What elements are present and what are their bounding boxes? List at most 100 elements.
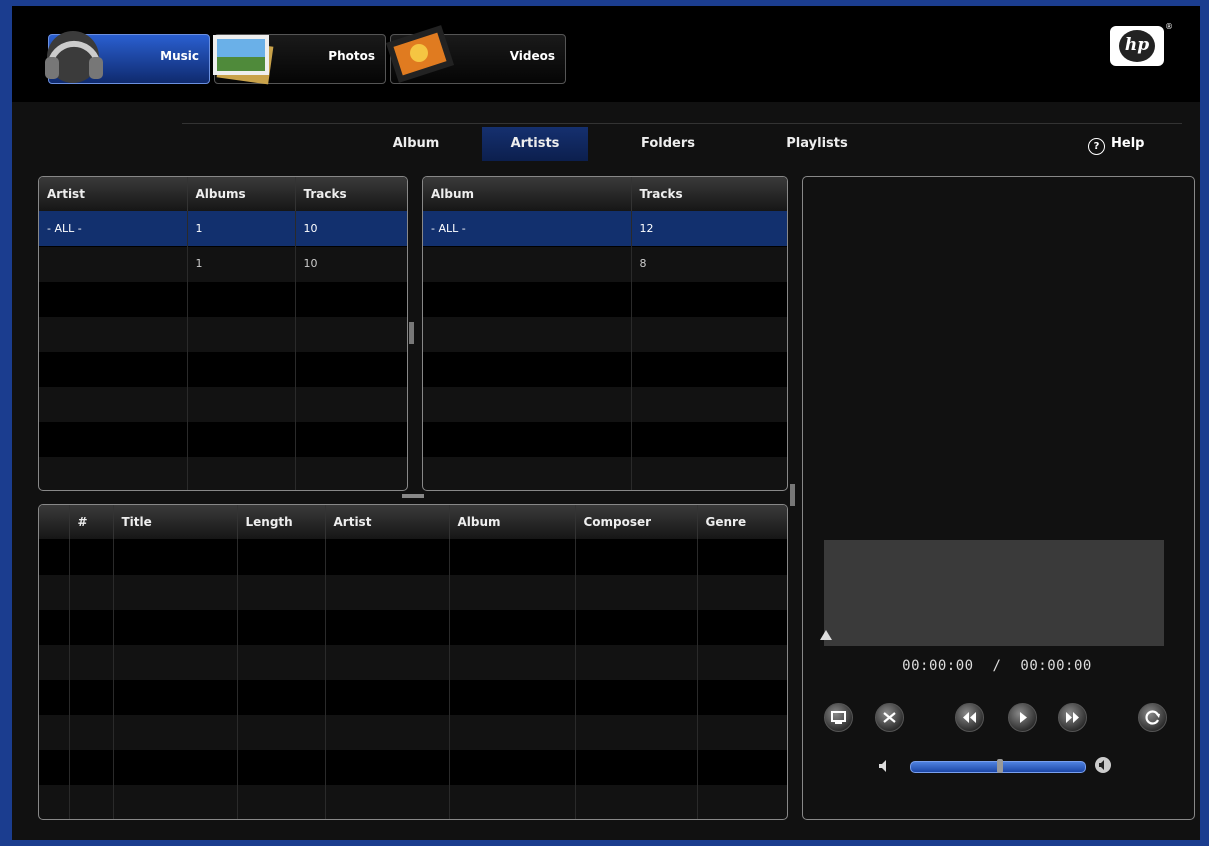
empty-row (39, 421, 407, 456)
tracks-cell: 8 (631, 246, 787, 281)
tab-playlists[interactable]: Playlists (772, 127, 862, 161)
tracks-cell: 12 (631, 211, 787, 246)
time-separator: / (992, 658, 1002, 674)
tracks-table: # Title Length Artist Album Composer Gen… (39, 505, 787, 819)
seek-bar-area[interactable] (824, 540, 1164, 646)
status-column-header[interactable] (39, 505, 70, 539)
empty-row (39, 386, 407, 421)
volume-low-icon[interactable] (877, 758, 889, 774)
empty-row (39, 539, 787, 574)
title-column-header[interactable]: Title (113, 505, 238, 539)
play-icon (1020, 712, 1027, 723)
vertical-splitter-handle[interactable] (409, 322, 414, 344)
artist-column-header[interactable]: Artist (325, 505, 450, 539)
albums-panel: Album Tracks - ALL - 12 8 (422, 176, 788, 491)
albums-column-header[interactable]: Albums (187, 177, 296, 211)
tracks-column-header[interactable]: Tracks (631, 177, 787, 211)
empty-row (423, 386, 787, 421)
video-display-area (802, 176, 1195, 820)
current-time: 00:00:00 (902, 658, 974, 674)
empty-row (39, 749, 787, 784)
film-icon (385, 25, 455, 83)
length-column-header[interactable]: Length (237, 505, 326, 539)
table-row[interactable]: 1 10 (39, 246, 407, 281)
albums-header-row: Album Tracks (423, 177, 787, 211)
empty-row (39, 456, 407, 490)
table-row[interactable]: - ALL - 12 (423, 211, 787, 246)
help-button[interactable]: ? Help (1088, 127, 1144, 161)
empty-row (39, 351, 407, 386)
tab-photos[interactable]: Photos (213, 34, 386, 85)
help-label: Help (1111, 136, 1145, 151)
empty-row (423, 456, 787, 490)
artist-cell (39, 246, 188, 281)
empty-row (39, 281, 407, 316)
artist-column-header[interactable]: Artist (39, 177, 188, 211)
play-button[interactable] (1008, 703, 1037, 732)
tab-videos[interactable]: Videos (385, 25, 566, 84)
table-row[interactable]: 8 (423, 246, 787, 281)
tracks-header-row: # Title Length Artist Album Composer Gen… (39, 505, 787, 539)
album-cell (423, 246, 632, 281)
tab-album[interactable]: Album (368, 127, 464, 161)
album-cell: - ALL - (423, 211, 632, 246)
artists-table: Artist Albums Tracks - ALL - 1 10 1 10 (39, 177, 407, 490)
number-column-header[interactable]: # (69, 505, 114, 539)
empty-row (39, 574, 787, 609)
subnav-divider (182, 123, 1182, 124)
photos-icon (213, 35, 274, 85)
volume-slider-handle[interactable] (997, 759, 1004, 773)
empty-row (39, 644, 787, 679)
tab-music-label: Music (160, 49, 199, 63)
table-row[interactable]: - ALL - 1 10 (39, 211, 407, 246)
hp-logo-mark: hp (1119, 30, 1155, 62)
empty-row (423, 316, 787, 351)
rewind-icon (963, 712, 976, 723)
albums-cell: 1 (187, 246, 296, 281)
shuffle-button[interactable] (875, 703, 904, 732)
album-column-header[interactable]: Album (423, 177, 632, 211)
hp-logo: hp ® (1110, 22, 1173, 66)
total-time: 00:00:00 (1020, 658, 1092, 674)
headphones-icon (45, 31, 103, 83)
artists-header-row: Artist Albums Tracks (39, 177, 407, 211)
tab-videos-label: Videos (509, 49, 555, 63)
fast-forward-button[interactable] (1058, 703, 1087, 732)
composer-column-header[interactable]: Composer (575, 505, 698, 539)
volume-high-icon[interactable] (1093, 756, 1113, 774)
genre-column-header[interactable]: Genre (697, 505, 787, 539)
hp-logo-registered: ® (1165, 22, 1173, 31)
albums-cell: 1 (187, 211, 296, 246)
tracks-panel: # Title Length Artist Album Composer Gen… (38, 504, 788, 820)
empty-row (39, 679, 787, 714)
empty-row (39, 784, 787, 819)
screen-icon (831, 711, 846, 724)
artists-panel: Artist Albums Tracks - ALL - 1 10 1 10 (38, 176, 408, 491)
shuffle-icon (883, 712, 896, 723)
seek-position-marker[interactable] (820, 630, 832, 640)
album-column-header[interactable]: Album (449, 505, 576, 539)
tab-folders[interactable]: Folders (618, 127, 718, 161)
repeat-button[interactable] (1138, 703, 1167, 732)
rewind-button[interactable] (955, 703, 984, 732)
tab-music[interactable]: Music (45, 31, 210, 84)
media-player-window: Music Photos Videos hp ® Album Artists F… (12, 6, 1200, 840)
player-splitter-handle[interactable] (790, 484, 795, 506)
top-bar: Music Photos Videos hp ® (12, 6, 1200, 102)
empty-row (423, 421, 787, 456)
artist-cell: - ALL - (39, 211, 188, 246)
tab-photos-label: Photos (328, 49, 375, 63)
tracks-cell: 10 (295, 246, 407, 281)
tab-artists[interactable]: Artists (482, 127, 588, 161)
empty-row (423, 281, 787, 316)
tracks-cell: 10 (295, 211, 407, 246)
empty-row (39, 316, 407, 351)
fullscreen-button[interactable] (824, 703, 853, 732)
empty-row (39, 609, 787, 644)
tracks-column-header[interactable]: Tracks (295, 177, 407, 211)
help-icon: ? (1088, 138, 1105, 155)
fast-forward-icon (1066, 712, 1079, 723)
horizontal-splitter-handle[interactable] (402, 494, 424, 498)
empty-row (39, 714, 787, 749)
albums-table: Album Tracks - ALL - 12 8 (423, 177, 787, 490)
